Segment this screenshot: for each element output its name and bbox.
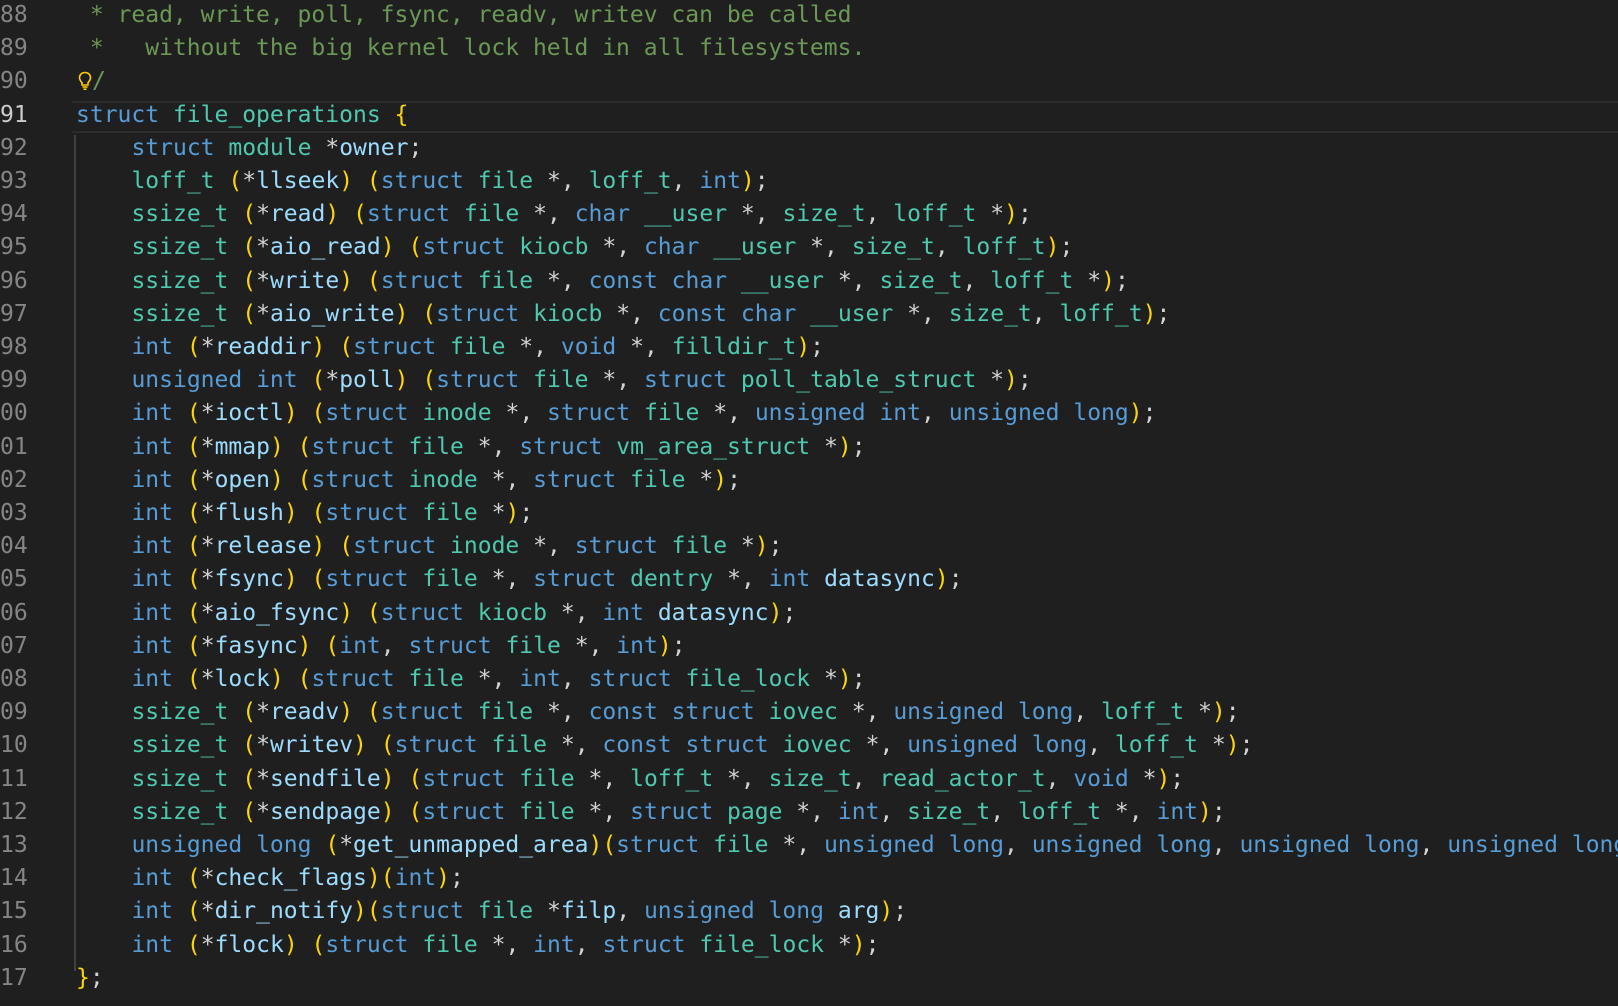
code-text: ssize_t (*readv) (struct file *, const s… xyxy=(131,699,1240,725)
code-text: int (*aio_fsync) (struct kiocb *, int da… xyxy=(131,600,797,626)
code-line[interactable]: 05 int (*fsync) (struct file *, struct d… xyxy=(0,562,1618,596)
code-text: ssize_t (*sendpage) (struct file *, stru… xyxy=(131,799,1226,825)
line-number: 05 xyxy=(0,566,28,592)
code-line[interactable]: 07 int (*fasync) (int, struct file *, in… xyxy=(0,629,1618,663)
line-number: 91 xyxy=(0,102,28,128)
code-text: unsigned int (*poll) (struct file *, str… xyxy=(131,367,1032,393)
line-number: 10 xyxy=(0,732,28,758)
code-line[interactable]: 06 int (*aio_fsync) (struct kiocb *, int… xyxy=(0,596,1618,630)
line-number: 08 xyxy=(0,666,28,692)
code-line[interactable]: 89 * without the big kernel lock held in… xyxy=(0,31,1618,65)
code-text: int (*fasync) (int, struct file *, int); xyxy=(131,633,686,659)
line-number: 89 xyxy=(0,35,28,61)
code-editor[interactable]: 88 * read, write, poll, fsync, readv, wr… xyxy=(0,0,1618,1006)
line-number: 95 xyxy=(0,234,28,260)
code-line[interactable]: 97 ssize_t (*aio_write) (struct kiocb *,… xyxy=(0,297,1618,331)
line-number: 11 xyxy=(0,766,28,792)
code-line[interactable]: 04 int (*release) (struct inode *, struc… xyxy=(0,529,1618,563)
code-line[interactable]: 90 / xyxy=(0,64,1618,98)
line-number: 09 xyxy=(0,699,28,725)
code-text: / xyxy=(78,64,106,98)
code-line[interactable]: 94 ssize_t (*read) (struct file *, char … xyxy=(0,197,1618,231)
code-text: int (*flush) (struct file *); xyxy=(131,500,534,526)
code-text: loff_t (*llseek) (struct file *, loff_t,… xyxy=(131,168,769,194)
code-text: int (*dir_notify)(struct file *filp, uns… xyxy=(131,898,908,924)
code-text: int (*flock) (struct file *, int, struct… xyxy=(131,932,880,958)
line-number: 98 xyxy=(0,334,28,360)
code-text: int (*open) (struct inode *, struct file… xyxy=(131,467,741,493)
code-line[interactable]: 99 unsigned int (*poll) (struct file *, … xyxy=(0,363,1618,397)
code-line[interactable]: 88 * read, write, poll, fsync, readv, wr… xyxy=(0,0,1618,32)
code-text: ssize_t (*aio_write) (struct kiocb *, co… xyxy=(131,301,1171,327)
code-line[interactable]: 09 ssize_t (*readv) (struct file *, cons… xyxy=(0,695,1618,729)
line-number: 00 xyxy=(0,400,28,426)
code-line[interactable]: 01 int (*mmap) (struct file *, struct vm… xyxy=(0,430,1618,464)
line-number: 07 xyxy=(0,633,28,659)
code-text: ssize_t (*read) (struct file *, char __u… xyxy=(131,201,1032,227)
code-line[interactable]: 92 struct module *owner; xyxy=(0,131,1618,165)
line-number: 14 xyxy=(0,865,28,891)
code-line[interactable]: 02 int (*open) (struct inode *, struct f… xyxy=(0,463,1618,497)
line-number: 17 xyxy=(0,965,28,991)
code-text: ssize_t (*writev) (struct file *, const … xyxy=(131,732,1254,758)
code-line[interactable]: 15 int (*dir_notify)(struct file *filp, … xyxy=(0,894,1618,928)
code-line[interactable]: 95 ssize_t (*aio_read) (struct kiocb *, … xyxy=(0,230,1618,264)
code-text: int (*readdir) (struct file *, void *, f… xyxy=(131,334,825,360)
code-line[interactable]: 98 int (*readdir) (struct file *, void *… xyxy=(0,330,1618,364)
code-text: int (*ioctl) (struct inode *, struct fil… xyxy=(131,400,1157,426)
line-number: 88 xyxy=(0,2,28,28)
code-line[interactable]: 10 ssize_t (*writev) (struct file *, con… xyxy=(0,728,1618,762)
line-number: 90 xyxy=(0,68,28,94)
code-text: int (*fsync) (struct file *, struct dent… xyxy=(131,566,963,592)
line-number: 02 xyxy=(0,467,28,493)
code-text: int (*lock) (struct file *, int, struct … xyxy=(131,666,866,692)
code-line[interactable]: 17}; xyxy=(0,961,1618,995)
code-line[interactable]: 12 ssize_t (*sendpage) (struct file *, s… xyxy=(0,795,1618,829)
code-line[interactable]: 08 int (*lock) (struct file *, int, stru… xyxy=(0,662,1618,696)
code-line[interactable]: 93 loff_t (*llseek) (struct file *, loff… xyxy=(0,164,1618,198)
code-text: int (*check_flags)(int); xyxy=(131,865,464,891)
code-line[interactable]: 96 ssize_t (*write) (struct file *, cons… xyxy=(0,264,1618,298)
code-line[interactable]: 16 int (*flock) (struct file *, int, str… xyxy=(0,928,1618,962)
line-number: 06 xyxy=(0,600,28,626)
line-number: 93 xyxy=(0,168,28,194)
code-text: int (*release) (struct inode *, struct f… xyxy=(131,533,783,559)
line-number: 04 xyxy=(0,533,28,559)
code-line[interactable]: 91 struct file_operations { xyxy=(0,98,1618,132)
code-line[interactable]: 03 int (*flush) (struct file *); xyxy=(0,496,1618,530)
line-number: 94 xyxy=(0,201,28,227)
line-number: 92 xyxy=(0,135,28,161)
line-number: 03 xyxy=(0,500,28,526)
code-text: struct module *owner; xyxy=(131,135,423,161)
code-text: * without the big kernel lock held in al… xyxy=(76,35,866,61)
line-number: 16 xyxy=(0,932,28,958)
line-number: 97 xyxy=(0,301,28,327)
line-number: 96 xyxy=(0,268,28,294)
line-number: 13 xyxy=(0,832,28,858)
code-line[interactable]: 14 int (*check_flags)(int); xyxy=(0,861,1618,895)
code-line[interactable]: 11 ssize_t (*sendfile) (struct file *, l… xyxy=(0,762,1618,796)
code-text: unsigned long (*get_unmapped_area)(struc… xyxy=(131,832,1618,858)
lightbulb-icon[interactable] xyxy=(78,67,92,91)
code-text: ssize_t (*sendfile) (struct file *, loff… xyxy=(131,766,1185,792)
code-line[interactable]: 00 int (*ioctl) (struct inode *, struct … xyxy=(0,396,1618,430)
code-text: struct file_operations { xyxy=(76,102,409,128)
code-text: ssize_t (*aio_read) (struct kiocb *, cha… xyxy=(131,234,1074,260)
code-text: ssize_t (*write) (struct file *, const c… xyxy=(131,268,1129,294)
code-text: }; xyxy=(76,965,104,991)
line-number: 12 xyxy=(0,799,28,825)
code-line[interactable]: 13 unsigned long (*get_unmapped_area)(st… xyxy=(0,828,1618,862)
code-text: int (*mmap) (struct file *, struct vm_ar… xyxy=(131,434,866,460)
line-number: 15 xyxy=(0,898,28,924)
line-number: 99 xyxy=(0,367,28,393)
code-text: * read, write, poll, fsync, readv, write… xyxy=(76,2,852,28)
line-number: 01 xyxy=(0,434,28,460)
